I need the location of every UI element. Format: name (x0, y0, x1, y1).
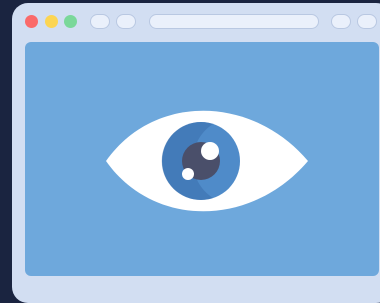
address-bar[interactable] (149, 14, 319, 29)
maximize-button[interactable] (64, 15, 77, 28)
eye-highlight-large (201, 142, 219, 160)
close-button[interactable] (25, 15, 38, 28)
tab-2[interactable] (116, 14, 136, 29)
tab-1[interactable] (90, 14, 110, 29)
toolbar-button-2[interactable] (357, 14, 377, 29)
minimize-button[interactable] (45, 15, 58, 28)
browser-window (12, 3, 380, 303)
toolbar-button-1[interactable] (331, 14, 351, 29)
eye-icon (106, 110, 308, 212)
content-area (25, 42, 379, 276)
eye-highlight-small (182, 168, 194, 180)
title-bar (12, 3, 380, 39)
